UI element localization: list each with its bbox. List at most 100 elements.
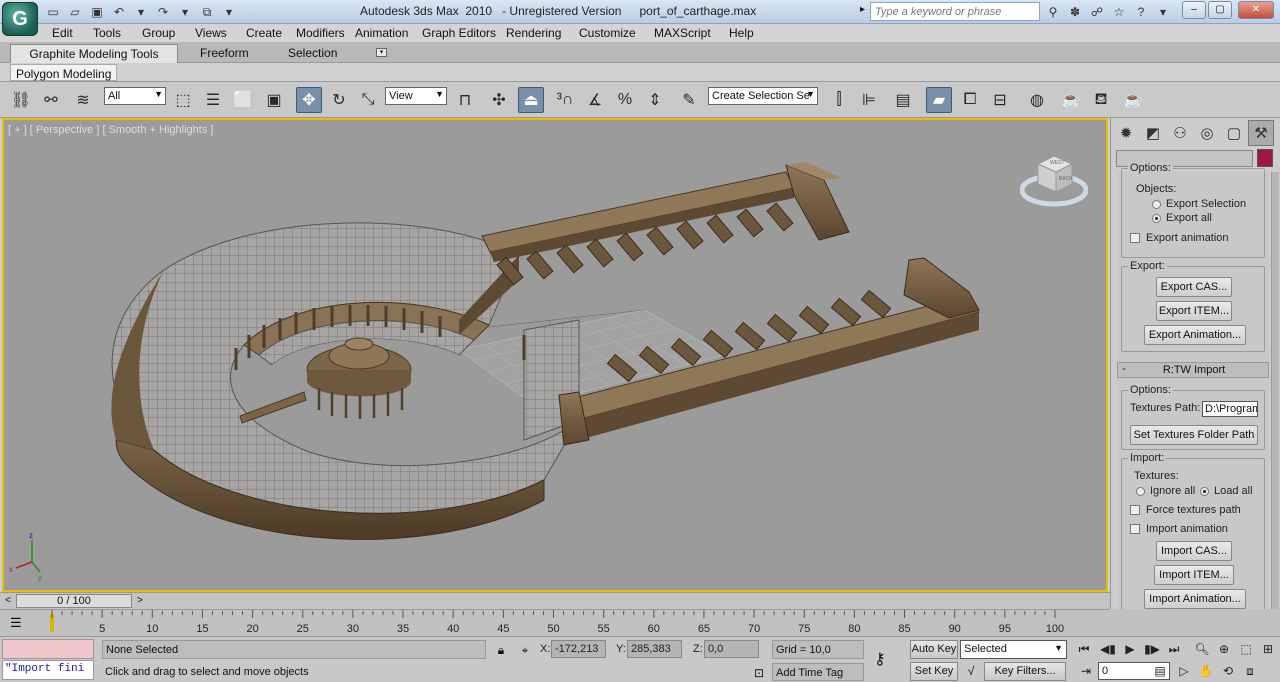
export-all-radio[interactable] [1152, 214, 1161, 223]
orbit-icon[interactable]: ⟲ [1218, 662, 1238, 680]
select-by-name-icon[interactable]: ☰ [200, 87, 226, 113]
menu-edit[interactable]: Edit [52, 26, 73, 40]
time-slider-thumb[interactable]: 0 / 100 [16, 594, 132, 608]
create-panel-icon[interactable]: ✹ [1113, 120, 1139, 146]
mirror-icon[interactable]: ⫿ [826, 87, 852, 113]
time-tag-icon[interactable]: ⊡ [750, 664, 768, 682]
bind-to-space-warp-icon[interactable]: ≋ [70, 87, 96, 113]
tab-graphite-modeling-tools[interactable]: Graphite Modeling Tools [10, 44, 178, 63]
qat-customize-icon[interactable]: ▾ [220, 3, 238, 21]
previous-frame-icon[interactable]: ◀▮ [1098, 640, 1118, 658]
x-coordinate-field[interactable]: -172,213 [551, 640, 606, 658]
import-animation-button[interactable]: Import Animation... [1144, 589, 1246, 609]
key-mode-toggle-icon[interactable]: ⇥ [1076, 662, 1096, 680]
absolute-mode-transform-icon[interactable]: ⌖ [516, 641, 534, 659]
pivot-center-icon[interactable]: ⊓ [452, 87, 478, 113]
hierarchy-panel-icon[interactable]: ⚇ [1167, 120, 1193, 146]
render-setup-icon[interactable]: ☕ [1058, 87, 1084, 113]
save-file-icon[interactable]: ▣ [88, 3, 106, 21]
rendered-frame-window-icon[interactable]: ⛾ [1088, 87, 1114, 113]
keyboard-shortcut-override-icon[interactable]: ⏏ [518, 87, 544, 113]
zoom-icon[interactable]: 🔍︎ [1192, 640, 1212, 658]
go-to-start-icon[interactable]: ⏮ [1074, 640, 1094, 658]
export-animation-checkbox[interactable] [1130, 233, 1140, 243]
scene-3d-model[interactable]: z x y [4, 120, 1106, 590]
export-item-button[interactable]: Export ITEM... [1156, 301, 1232, 321]
percent-snap-icon[interactable]: % [612, 87, 638, 113]
viewport-label[interactable]: [ + ] [ Perspective ] [ Smooth + Highlig… [8, 124, 213, 136]
key-tangent-icon[interactable]: √ [962, 662, 980, 680]
maxscript-listener-input[interactable] [2, 639, 94, 659]
previous-frame-arrow-icon[interactable]: < [2, 595, 14, 607]
curve-editor-icon[interactable]: ⧠ [957, 87, 983, 113]
field-of-view-icon[interactable]: ▷ [1174, 662, 1194, 680]
export-selection-radio[interactable] [1152, 200, 1161, 209]
menu-create[interactable]: Create [246, 26, 282, 40]
zoom-all-icon[interactable]: ⊕ [1214, 640, 1234, 658]
help-icon[interactable]: ? [1132, 3, 1150, 21]
binoculars-icon[interactable]: ⚲ [1044, 3, 1062, 21]
subscription-icon[interactable]: ✽ [1066, 3, 1084, 21]
track-ruler[interactable]: 5 10 15 20 25 30 35 40 45 50 55 60 65 70 75 80 85 90 95 100 [50, 610, 1110, 637]
redo-icon[interactable]: ↷ [154, 3, 172, 21]
snaps-toggle-icon[interactable]: ³∩ [552, 87, 578, 113]
graphite-toggle-icon[interactable]: ▰ [926, 87, 952, 113]
ribbon-options-dropdown-icon[interactable]: ▾ [376, 48, 387, 57]
window-crossing-icon[interactable]: ▣ [261, 87, 287, 113]
viewcube[interactable]: WEST BACK [1020, 150, 1088, 210]
rtw-import-rollout-header[interactable]: - R:TW Import [1117, 362, 1269, 378]
import-animation-checkbox[interactable] [1130, 524, 1140, 534]
select-and-move-icon[interactable]: ✥ [296, 87, 322, 113]
select-object-icon[interactable]: ⬚ [170, 87, 196, 113]
menu-group[interactable]: Group [142, 26, 175, 40]
selection-lock-icon[interactable]: 🔒︎ [492, 641, 510, 659]
next-frame-arrow-icon[interactable]: > [134, 595, 146, 607]
rectangular-selection-icon[interactable]: ⬜ [230, 87, 256, 113]
undo-icon[interactable]: ↶ [110, 3, 128, 21]
open-file-icon[interactable]: ▱ [66, 3, 84, 21]
utilities-panel-icon[interactable]: ⚒ [1248, 120, 1274, 146]
help-dropdown-icon[interactable]: ▾ [1154, 3, 1172, 21]
object-color-swatch[interactable] [1257, 149, 1273, 167]
application-menu-button[interactable]: G [2, 2, 38, 36]
align-icon[interactable]: ⊫ [856, 87, 882, 113]
time-configuration-icon[interactable]: ▤ [1150, 662, 1170, 680]
angle-snap-icon[interactable]: ∡ [582, 87, 608, 113]
select-and-link-icon[interactable]: ⛓ [8, 87, 34, 113]
perspective-viewport[interactable]: z x y [ + ] [ Perspective ] [ Smooth + H… [2, 118, 1108, 592]
select-and-rotate-icon[interactable]: ↻ [326, 87, 352, 113]
tab-selection[interactable]: Selection [278, 44, 347, 63]
unlink-selection-icon[interactable]: ⚯ [38, 87, 64, 113]
default-key-icon[interactable]: ⚷ [874, 649, 886, 669]
export-cas-button[interactable]: Export CAS... [1156, 277, 1232, 297]
set-textures-folder-button[interactable]: Set Textures Folder Path [1130, 425, 1258, 445]
y-coordinate-field[interactable]: 285,383 [627, 640, 682, 658]
tab-freeform[interactable]: Freeform [190, 44, 259, 63]
menu-tools[interactable]: Tools [93, 26, 121, 40]
motion-panel-icon[interactable]: ◎ [1194, 120, 1220, 146]
modify-panel-icon[interactable]: ◩ [1140, 120, 1166, 146]
reference-coordinate-dropdown[interactable]: View ▼ [385, 87, 447, 105]
undo-dropdown-icon[interactable]: ▾ [132, 3, 150, 21]
panel-polygon-modeling[interactable]: Polygon Modeling [10, 64, 118, 81]
selection-filter-dropdown[interactable]: All ▼ [104, 87, 166, 105]
search-scroll-icon[interactable]: ▸ [860, 4, 865, 15]
import-cas-button[interactable]: Import CAS... [1156, 541, 1232, 561]
play-icon[interactable]: ▶ [1120, 640, 1140, 658]
z-coordinate-field[interactable]: 0,0 [704, 640, 759, 658]
maxscript-listener-output[interactable]: "Import fini [2, 660, 94, 680]
layer-manager-icon[interactable]: ▤ [890, 87, 916, 113]
select-and-manipulate-icon[interactable]: ✣ [486, 87, 512, 113]
redo-dropdown-icon[interactable]: ▾ [176, 3, 194, 21]
infocenter-search-input[interactable]: Type a keyword or phrase [870, 2, 1040, 21]
minimize-button[interactable]: – [1182, 1, 1206, 19]
zoom-extents-all-icon[interactable]: ⊞ [1258, 640, 1278, 658]
schematic-view-icon[interactable]: ⊟ [987, 87, 1013, 113]
spinner-snap-icon[interactable]: ⇕ [642, 87, 668, 113]
project-folder-icon[interactable]: ⧉ [198, 3, 216, 21]
display-panel-icon[interactable]: ▢ [1221, 120, 1247, 146]
communication-icon[interactable]: ☍ [1088, 3, 1106, 21]
menu-maxscript[interactable]: MAXScript [654, 26, 711, 40]
next-frame-icon[interactable]: ▮▶ [1142, 640, 1162, 658]
menu-animation[interactable]: Animation [355, 26, 408, 40]
